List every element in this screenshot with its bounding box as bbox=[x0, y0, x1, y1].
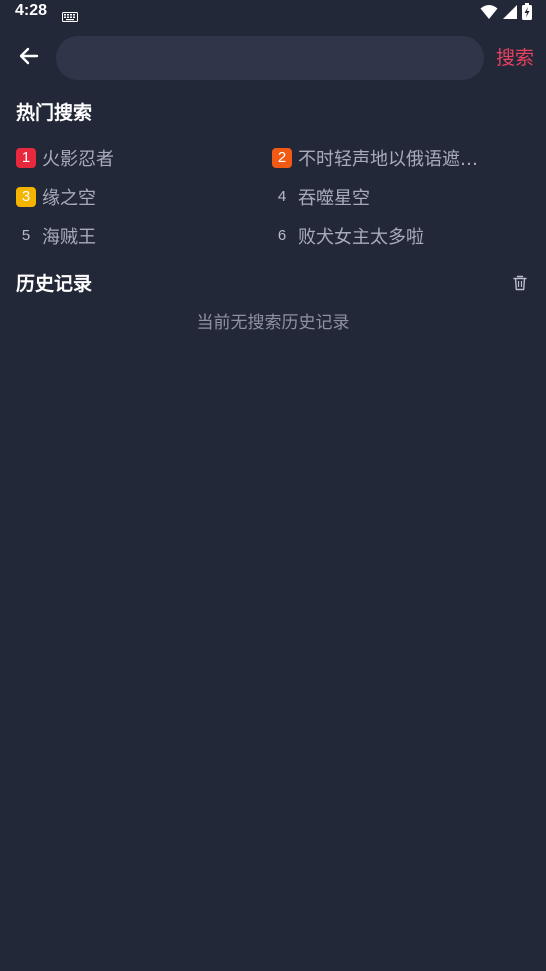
search-bar: 搜索 bbox=[0, 36, 546, 80]
history-title: 历史记录 bbox=[16, 273, 93, 295]
cellular-signal-icon bbox=[502, 4, 518, 24]
search-button[interactable]: 搜索 bbox=[496, 46, 534, 70]
history-empty-message: 当前无搜索历史记录 bbox=[196, 313, 350, 333]
hot-search-item-1[interactable]: 1 火影忍者 bbox=[16, 146, 114, 170]
hot-search-label: 火影忍者 bbox=[42, 149, 114, 170]
hot-search-item-4[interactable]: 4 吞噬星空 bbox=[272, 185, 370, 209]
hot-search-item-6[interactable]: 6 败犬女主太多啦 bbox=[272, 224, 424, 248]
rank-number: 6 bbox=[277, 227, 287, 244]
trash-icon[interactable] bbox=[512, 275, 528, 291]
back-button[interactable] bbox=[14, 44, 44, 72]
rank-number: 4 bbox=[277, 188, 287, 205]
keyboard-icon bbox=[62, 7, 78, 26]
hot-search-title: 热门搜索 bbox=[16, 102, 93, 124]
hot-search-label: 不时轻声地以俄语遮… bbox=[298, 149, 478, 170]
status-time: 4:28 bbox=[15, 2, 48, 19]
wifi-icon bbox=[480, 4, 498, 24]
hot-search-label: 败犬女主太多啦 bbox=[298, 227, 424, 248]
rank-badge: 3 bbox=[16, 187, 36, 207]
search-input[interactable] bbox=[56, 36, 484, 80]
battery-charging-icon bbox=[522, 3, 532, 24]
arrow-left-icon bbox=[17, 44, 41, 72]
status-icons bbox=[480, 3, 532, 24]
rank-badge: 1 bbox=[16, 148, 36, 168]
hot-search-item-2[interactable]: 2 不时轻声地以俄语遮… bbox=[272, 146, 478, 170]
hot-search-item-3[interactable]: 3 缘之空 bbox=[16, 185, 96, 209]
hot-search-label: 海贼王 bbox=[42, 227, 96, 248]
rank-badge: 2 bbox=[272, 148, 292, 168]
hot-search-label: 吞噬星空 bbox=[298, 188, 370, 209]
status-bar: 4:28 bbox=[0, 0, 546, 24]
hot-search-item-5[interactable]: 5 海贼王 bbox=[16, 224, 96, 248]
hot-search-label: 缘之空 bbox=[42, 188, 96, 209]
rank-number: 5 bbox=[21, 227, 31, 244]
